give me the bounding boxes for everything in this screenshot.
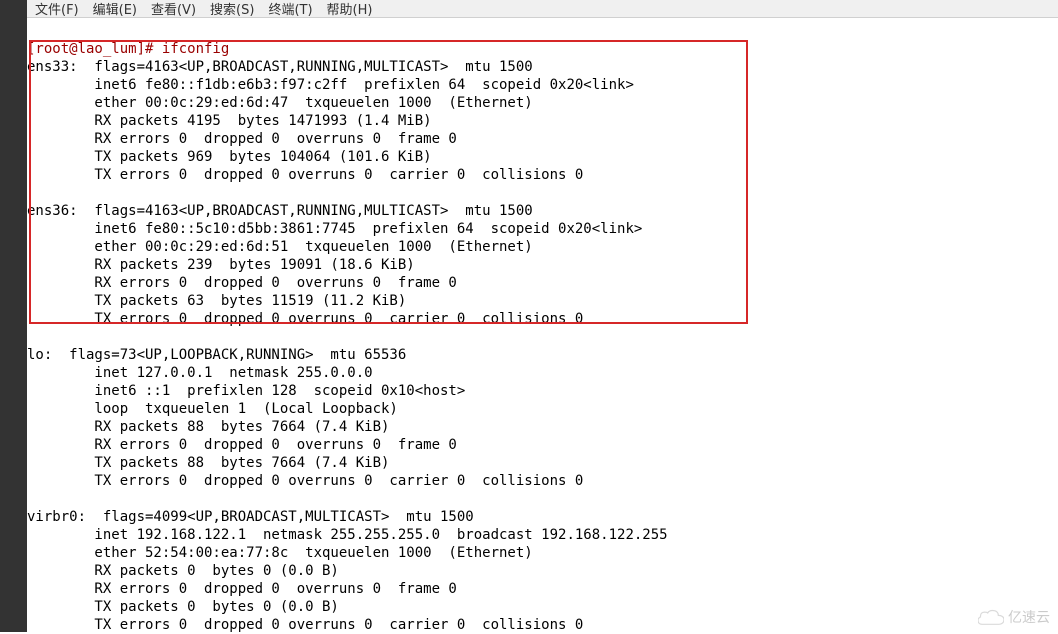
ens33-ether: ether 00:0c:29:ed:6d:47 txqueuelen 1000 … bbox=[27, 95, 533, 111]
ens33-rx-packets: RX packets 4195 bytes 1471993 (1.4 MiB) bbox=[27, 113, 432, 129]
lo-tx-errors: TX errors 0 dropped 0 overruns 0 carrier… bbox=[27, 473, 583, 489]
menu-help[interactable]: 帮助(H) bbox=[327, 0, 373, 18]
terminal-output[interactable]: [root@lao_lum]# ifconfig ens33: flags=41… bbox=[27, 22, 1058, 632]
prompt-line: [root@lao_lum]# ifconfig bbox=[27, 41, 229, 57]
virbr0-rx-packets: RX packets 0 bytes 0 (0.0 B) bbox=[27, 563, 339, 579]
ens36-header: ens36: flags=4163<UP,BROADCAST,RUNNING,M… bbox=[27, 203, 533, 219]
virbr0-tx-packets: TX packets 0 bytes 0 (0.0 B) bbox=[27, 599, 339, 615]
menu-bar: 文件(F) 编辑(E) 查看(V) 搜索(S) 终端(T) 帮助(H) bbox=[27, 0, 1058, 18]
cloud-icon bbox=[978, 607, 1004, 627]
ens33-tx-errors: TX errors 0 dropped 0 overruns 0 carrier… bbox=[27, 167, 583, 183]
lo-inet6: inet6 ::1 prefixlen 128 scopeid 0x10<hos… bbox=[27, 383, 465, 399]
lo-tx-packets: TX packets 88 bytes 7664 (7.4 KiB) bbox=[27, 455, 389, 471]
menu-terminal[interactable]: 终端(T) bbox=[268, 0, 312, 18]
menu-search[interactable]: 搜索(S) bbox=[210, 0, 254, 18]
watermark: 亿速云 bbox=[978, 607, 1050, 627]
ens36-tx-packets: TX packets 63 bytes 11519 (11.2 KiB) bbox=[27, 293, 406, 309]
ens33-inet6: inet6 fe80::f1db:e6b3:f97:c2ff prefixlen… bbox=[27, 77, 634, 93]
lo-rx-errors: RX errors 0 dropped 0 overruns 0 frame 0 bbox=[27, 437, 457, 453]
ens36-tx-errors: TX errors 0 dropped 0 overruns 0 carrier… bbox=[27, 311, 583, 327]
lo-loop: loop txqueuelen 1 (Local Loopback) bbox=[27, 401, 398, 417]
virbr0-header: virbr0: flags=4099<UP,BROADCAST,MULTICAS… bbox=[27, 509, 474, 525]
virbr0-ether: ether 52:54:00:ea:77:8c txqueuelen 1000 … bbox=[27, 545, 533, 561]
ens33-tx-packets: TX packets 969 bytes 104064 (101.6 KiB) bbox=[27, 149, 432, 165]
lo-rx-packets: RX packets 88 bytes 7664 (7.4 KiB) bbox=[27, 419, 389, 435]
terminal-left-bar bbox=[0, 0, 27, 632]
ens36-inet6: inet6 fe80::5c10:d5bb:3861:7745 prefixle… bbox=[27, 221, 642, 237]
virbr0-inet: inet 192.168.122.1 netmask 255.255.255.0… bbox=[27, 527, 668, 543]
ens33-header: ens33: flags=4163<UP,BROADCAST,RUNNING,M… bbox=[27, 59, 533, 75]
menu-edit[interactable]: 编辑(E) bbox=[93, 0, 137, 18]
ens36-ether: ether 00:0c:29:ed:6d:51 txqueuelen 1000 … bbox=[27, 239, 533, 255]
ens36-rx-packets: RX packets 239 bytes 19091 (18.6 KiB) bbox=[27, 257, 415, 273]
watermark-text: 亿速云 bbox=[1008, 607, 1050, 627]
ens33-rx-errors: RX errors 0 dropped 0 overruns 0 frame 0 bbox=[27, 131, 457, 147]
lo-inet: inet 127.0.0.1 netmask 255.0.0.0 bbox=[27, 365, 373, 381]
menu-view[interactable]: 查看(V) bbox=[151, 0, 196, 18]
ens36-rx-errors: RX errors 0 dropped 0 overruns 0 frame 0 bbox=[27, 275, 457, 291]
virbr0-tx-errors: TX errors 0 dropped 0 overruns 0 carrier… bbox=[27, 617, 583, 633]
menu-file[interactable]: 文件(F) bbox=[35, 0, 79, 18]
virbr0-rx-errors: RX errors 0 dropped 0 overruns 0 frame 0 bbox=[27, 581, 457, 597]
lo-header: lo: flags=73<UP,LOOPBACK,RUNNING> mtu 65… bbox=[27, 347, 406, 363]
